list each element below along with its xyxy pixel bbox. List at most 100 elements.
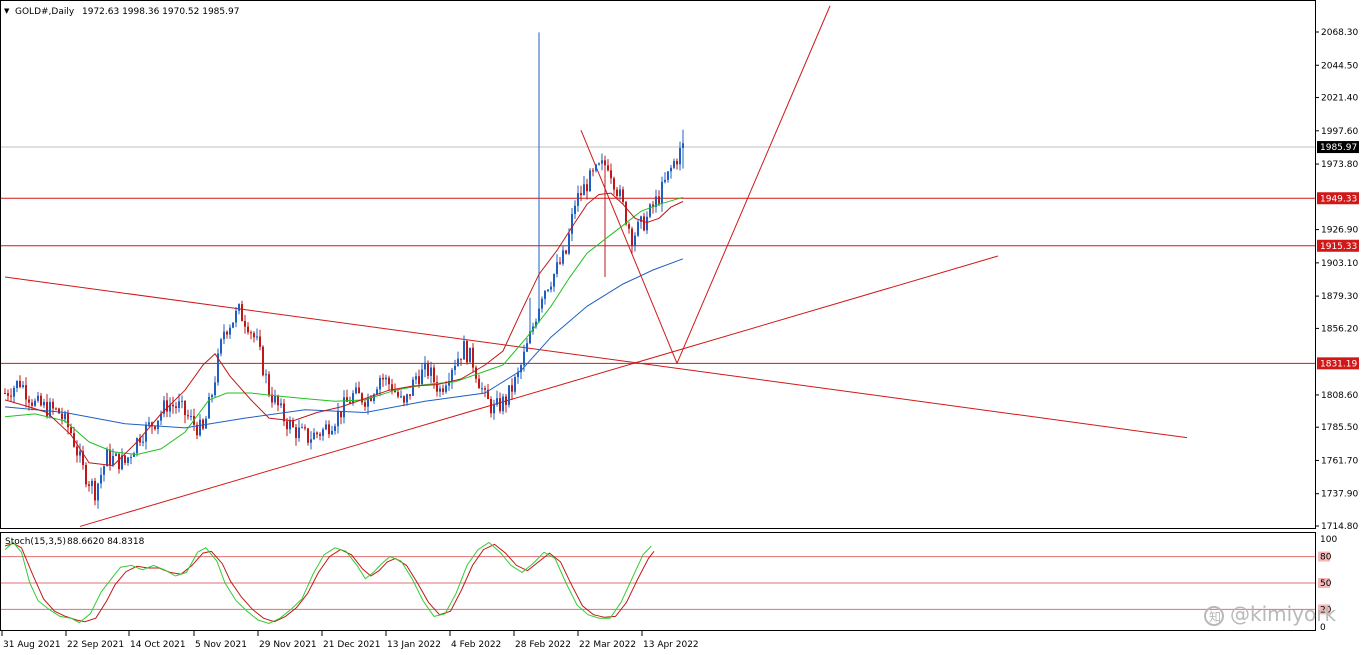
candle-body	[304, 427, 306, 429]
candle-body	[298, 427, 300, 438]
price-axis[interactable]: 2068.30 2044.50 2021.40 1997.60 1973.80 1926.…	[1315, 28, 1359, 532]
candle-body	[268, 374, 270, 395]
candle-body	[376, 389, 378, 395]
candle-body	[583, 184, 585, 196]
candle-body	[202, 419, 204, 429]
candle-body	[418, 376, 420, 385]
candle-body	[259, 336, 261, 347]
candle-body	[37, 395, 39, 401]
candle-body	[244, 321, 246, 327]
candle-body	[25, 385, 27, 400]
candle-body	[142, 441, 144, 443]
time-tick-label: 21 Dec 2021	[323, 640, 381, 650]
level-price-label: 1831.19	[1320, 359, 1357, 369]
candle-body	[679, 148, 681, 165]
candle-body	[97, 483, 99, 501]
candle-body	[355, 387, 357, 394]
candle-body	[67, 413, 69, 428]
candle-body	[415, 376, 417, 380]
stoch-plot-frame[interactable]	[0, 532, 1316, 631]
candle-body	[289, 420, 291, 430]
candle-body	[103, 466, 105, 475]
candle-body	[607, 165, 609, 171]
candle-body	[106, 449, 108, 467]
candle-body	[430, 367, 432, 376]
candle-body	[235, 310, 237, 323]
candle-body	[232, 322, 234, 328]
time-tick-label: 13 Jan 2022	[387, 640, 441, 650]
dropdown-arrow-icon[interactable]: ▼	[4, 7, 10, 15]
candle-body	[322, 429, 324, 436]
candle-body	[292, 420, 294, 428]
candle-body	[544, 290, 546, 299]
candle-body	[364, 402, 366, 407]
candle-body	[205, 418, 207, 429]
candle-body	[526, 343, 528, 352]
candle-body	[352, 393, 354, 404]
candle-body	[538, 308, 540, 322]
candle-body	[574, 205, 576, 215]
price-tick-label: 1737.90	[1321, 490, 1358, 500]
candle-body	[172, 404, 174, 407]
candle-body	[478, 378, 480, 389]
candle-body	[421, 369, 423, 385]
candle-body	[295, 427, 297, 438]
candle-body	[424, 362, 426, 370]
candle-body	[307, 428, 309, 443]
candle-body	[361, 393, 363, 403]
candle-body	[571, 214, 573, 234]
chart-canvas[interactable]: 2068.30 2044.50 2021.40 1997.60 1973.80 1926.…	[0, 0, 1362, 655]
candle-body	[325, 424, 327, 430]
price-tick-label: 2068.30	[1321, 28, 1358, 38]
candle-body	[124, 455, 126, 463]
candle-body	[490, 399, 492, 414]
main-plot-frame[interactable]	[0, 0, 1316, 529]
candle-body	[508, 385, 510, 405]
candle-body	[184, 400, 186, 416]
candle-body	[46, 401, 48, 417]
candle-body	[598, 163, 600, 165]
candle-body	[178, 401, 180, 408]
candle-body	[502, 396, 504, 412]
candle-body	[631, 228, 633, 247]
candle-body	[61, 413, 63, 420]
candle-body	[658, 196, 660, 204]
candle-body	[88, 484, 90, 486]
candle-body	[637, 221, 639, 236]
candle-body	[454, 365, 456, 370]
candle-body	[154, 426, 156, 430]
candle-body	[256, 336, 258, 338]
candle-body	[340, 411, 342, 418]
candle-body	[445, 385, 447, 392]
candle-body	[280, 403, 282, 406]
candle-body	[52, 401, 54, 409]
candle-body	[166, 400, 168, 412]
candle-body	[553, 273, 555, 287]
candle-body	[388, 377, 390, 385]
candle-body	[112, 455, 114, 465]
candle-body	[157, 420, 159, 430]
zhihu-glyph: 知	[1209, 610, 1221, 624]
candle-body	[433, 367, 435, 383]
candle-body	[64, 413, 66, 420]
candle-body	[28, 399, 30, 403]
candle-body	[241, 304, 243, 322]
candle-body	[40, 395, 42, 406]
candle-body	[118, 453, 120, 470]
candle-body	[427, 362, 429, 376]
candle-body	[493, 404, 495, 414]
candle-body	[397, 391, 399, 397]
candle-body	[646, 216, 648, 231]
candle-body	[316, 432, 318, 435]
candle-body	[592, 170, 594, 172]
candle-body	[226, 331, 228, 335]
candle-body	[247, 326, 249, 333]
candle-body	[406, 394, 408, 403]
candle-body	[385, 377, 387, 380]
time-tick-label: 29 Nov 2021	[259, 640, 317, 650]
time-axis[interactable]: 31 Aug 2021 22 Sep 2021 14 Oct 2021 5 Nov 2…	[1, 631, 699, 650]
candle-body	[556, 262, 558, 274]
candle-body	[229, 327, 231, 335]
candle-body	[22, 385, 24, 387]
candle-body	[670, 167, 672, 172]
